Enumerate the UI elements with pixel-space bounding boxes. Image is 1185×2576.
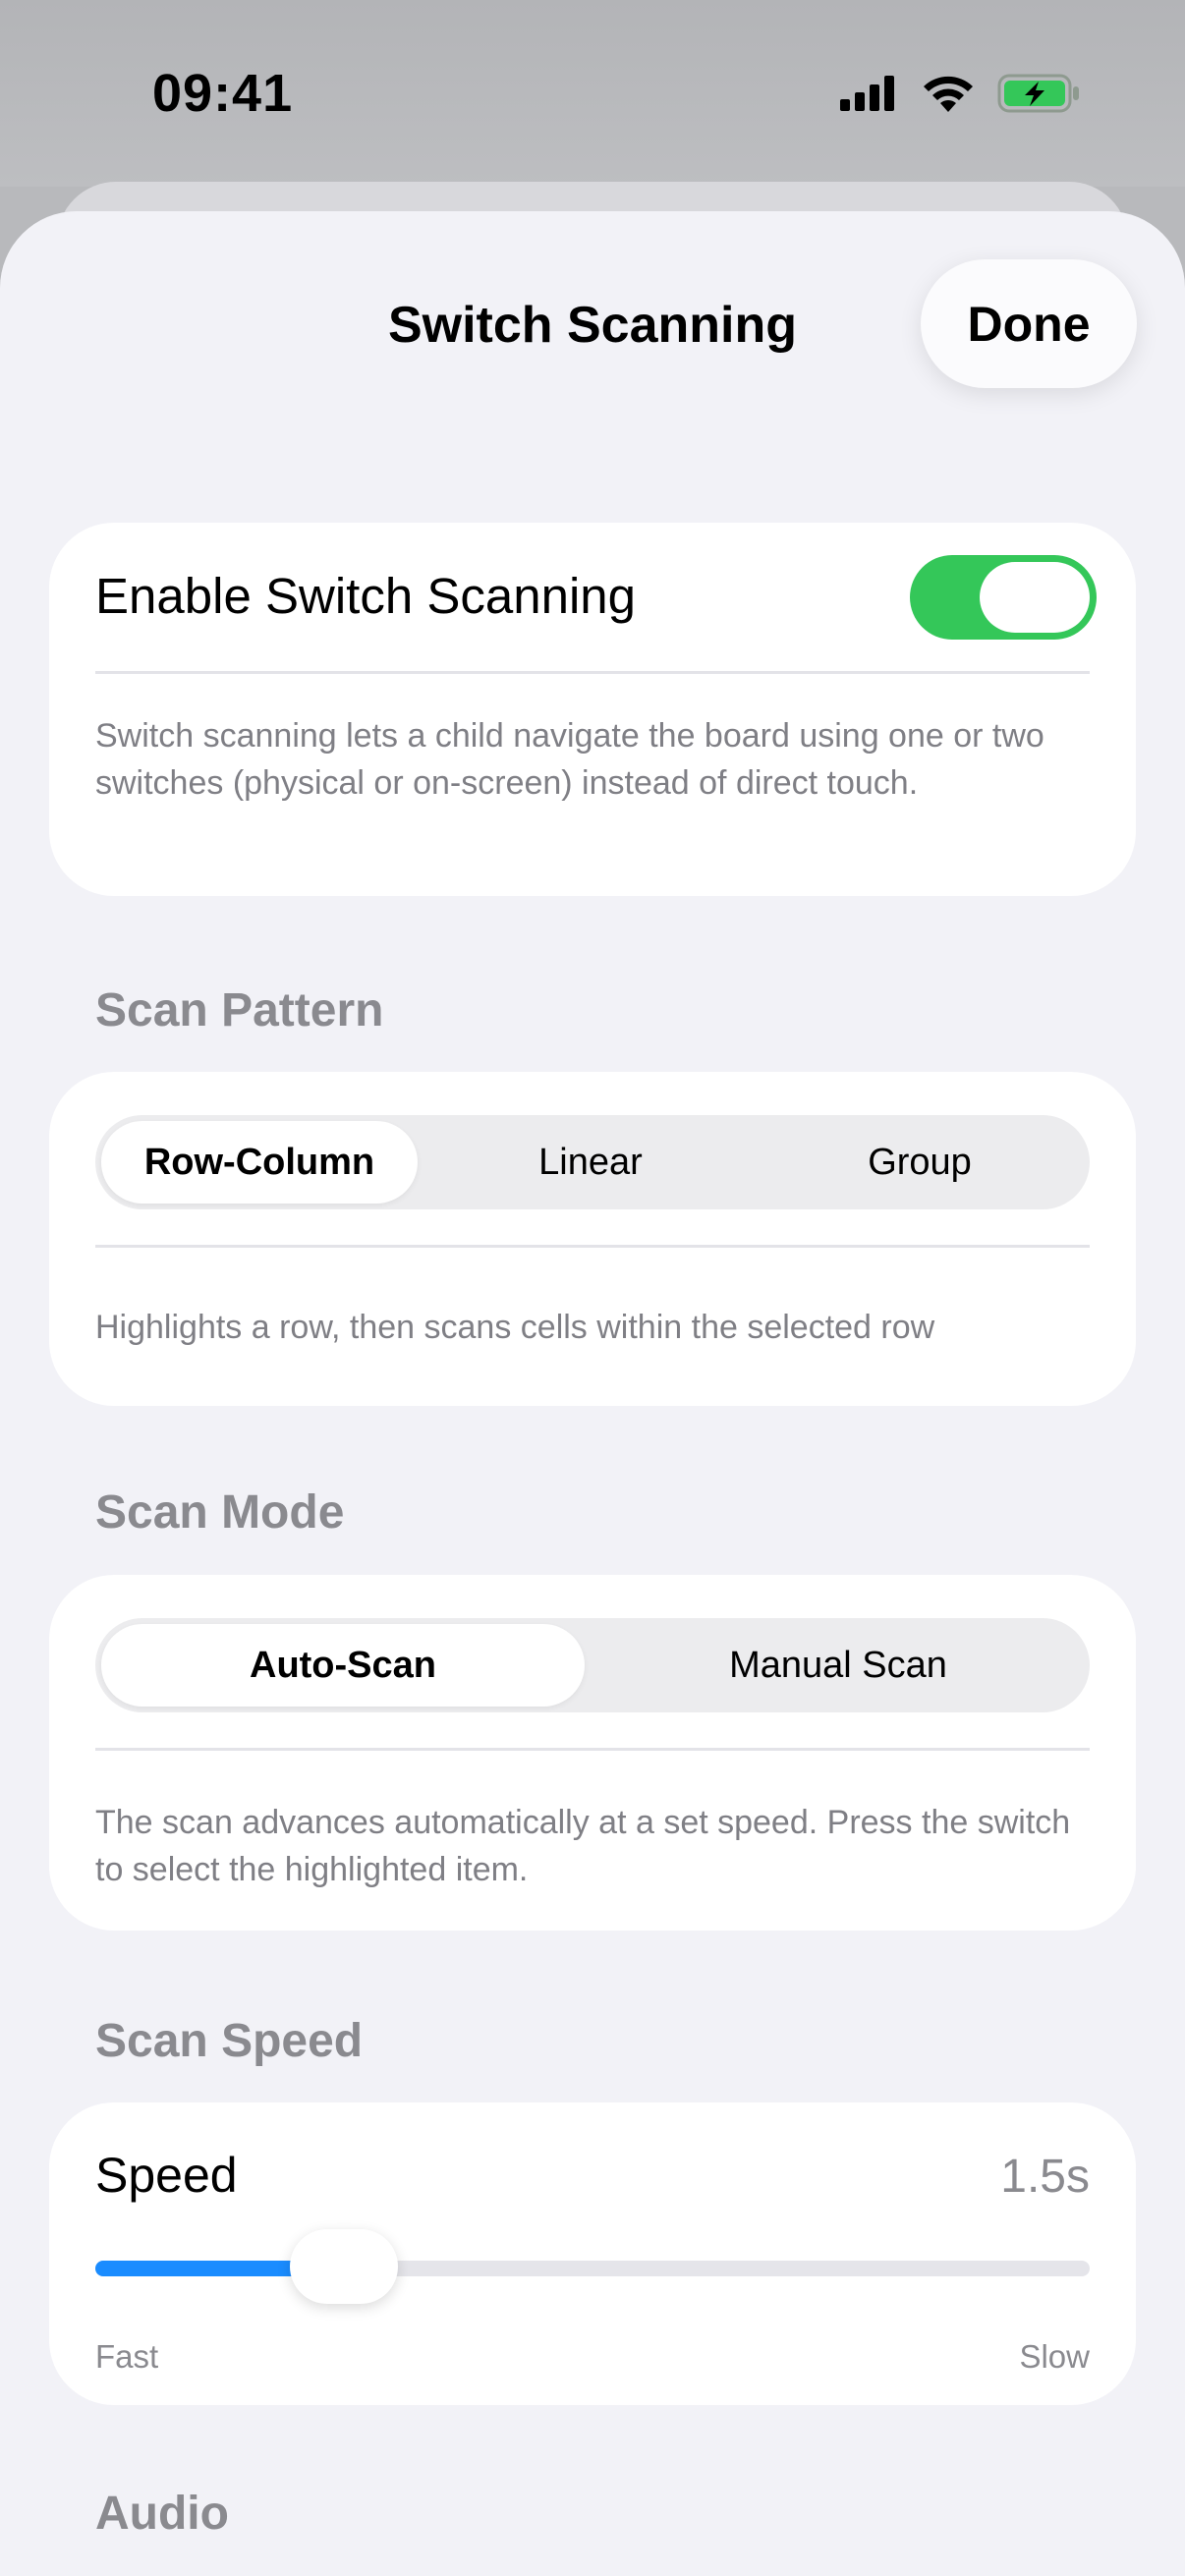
divider bbox=[95, 1748, 1090, 1751]
divider bbox=[95, 671, 1090, 674]
speed-slider-thumb[interactable] bbox=[290, 2229, 398, 2304]
scan-mode-description: The scan advances automatically at a set… bbox=[95, 1804, 1071, 1888]
segment-group[interactable]: Group bbox=[756, 1121, 1084, 1204]
battery-charging-icon bbox=[997, 74, 1082, 118]
enable-description: Switch scanning lets a child navigate th… bbox=[95, 717, 1044, 802]
scan-pattern-description: Highlights a row, then scans cells withi… bbox=[95, 1309, 935, 1346]
scan-pattern-segmented-control: Row-Column Linear Group bbox=[95, 1115, 1090, 1209]
speed-value: 1.5s bbox=[1000, 2151, 1090, 2203]
scan-mode-card: Auto-Scan Manual Scan The scan advances … bbox=[49, 1575, 1136, 1931]
toggle-knob bbox=[980, 562, 1090, 633]
scan-speed-header: Scan Speed bbox=[95, 2015, 364, 2067]
cellular-signal-icon bbox=[840, 74, 899, 118]
segment-manual-scan[interactable]: Manual Scan bbox=[592, 1624, 1084, 1707]
scan-speed-card: Speed 1.5s Fast Slow bbox=[49, 2102, 1136, 2405]
scan-mode-segmented-control: Auto-Scan Manual Scan bbox=[95, 1618, 1090, 1712]
scan-pattern-card: Row-Column Linear Group Highlights a row… bbox=[49, 1072, 1136, 1406]
done-button[interactable]: Done bbox=[921, 259, 1137, 388]
enable-switch-scanning-toggle[interactable] bbox=[910, 555, 1097, 640]
status-time: 09:41 bbox=[152, 64, 294, 123]
scan-pattern-header: Scan Pattern bbox=[95, 984, 384, 1036]
slider-max-label: Slow bbox=[1019, 2338, 1090, 2375]
segment-auto-scan[interactable]: Auto-Scan bbox=[101, 1624, 585, 1707]
status-icons bbox=[840, 73, 1082, 119]
audio-header: Audio bbox=[95, 2488, 229, 2540]
segment-row-column[interactable]: Row-Column bbox=[101, 1121, 418, 1204]
divider bbox=[95, 1245, 1090, 1248]
settings-sheet: Switch Scanning Done Enable Switch Scann… bbox=[0, 211, 1185, 2576]
enable-card: Enable Switch Scanning Switch scanning l… bbox=[49, 523, 1136, 896]
wifi-icon bbox=[921, 73, 976, 119]
speed-slider-track[interactable] bbox=[95, 2261, 1090, 2276]
speed-label: Speed bbox=[95, 2148, 238, 2203]
enable-switch-scanning-label: Enable Switch Scanning bbox=[95, 568, 637, 624]
segment-linear[interactable]: Linear bbox=[425, 1121, 756, 1204]
slider-min-label: Fast bbox=[95, 2338, 159, 2375]
scan-mode-header: Scan Mode bbox=[95, 1486, 345, 1539]
status-bar: 09:41 bbox=[0, 0, 1185, 187]
